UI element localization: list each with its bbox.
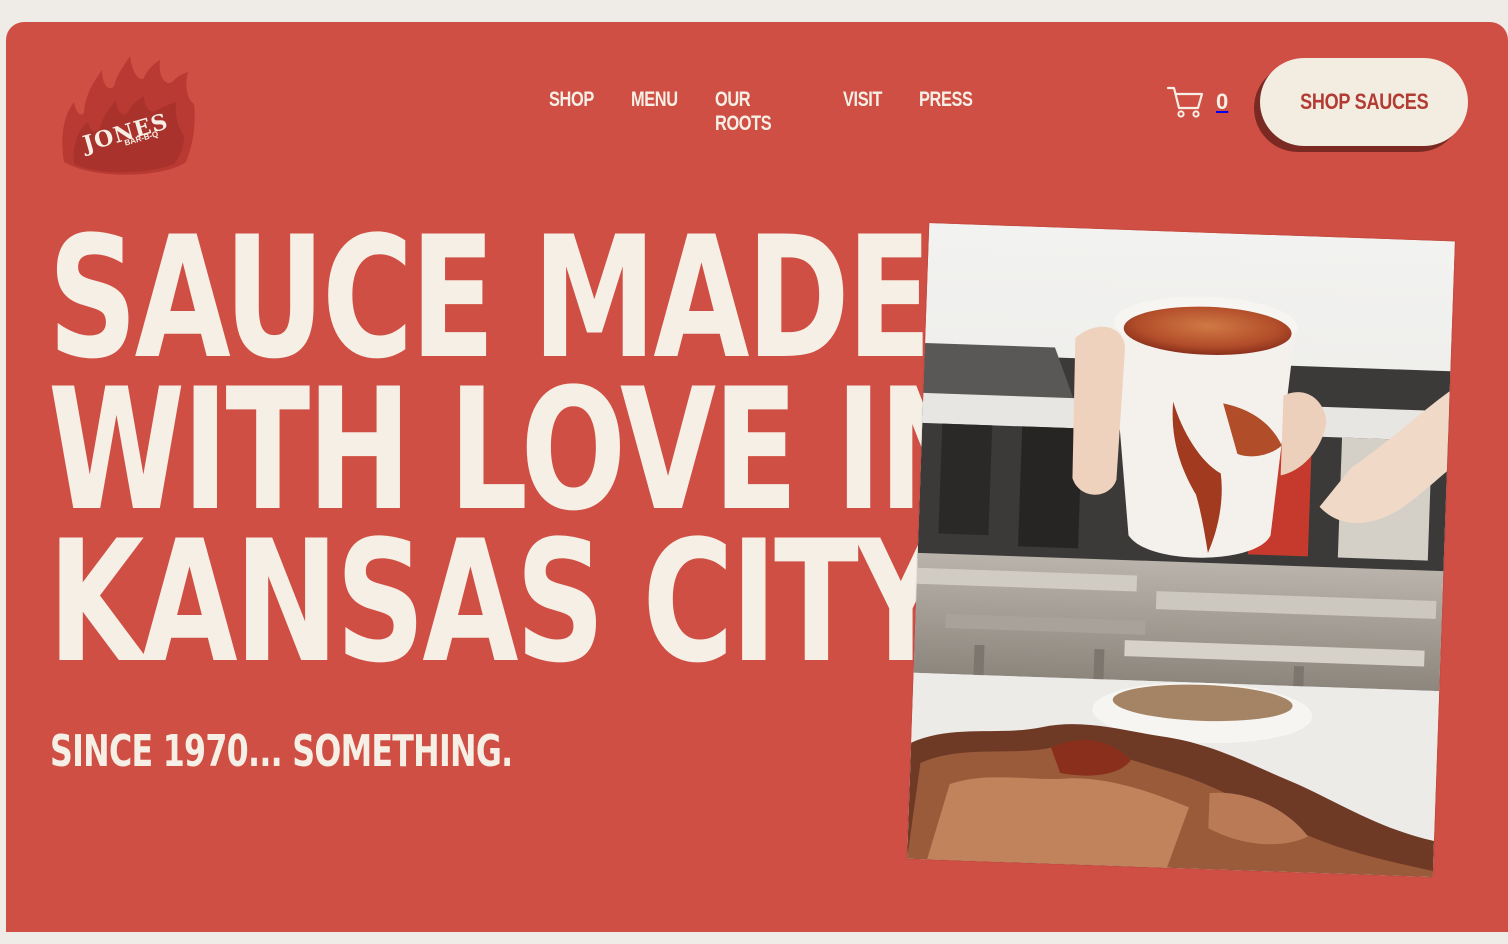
hero-section: JONES BAR-B-Q SHOP MENU OUR ROOTS VISIT … xyxy=(6,22,1508,932)
nav-item-press[interactable]: PRESS xyxy=(919,88,973,136)
headline-line-3: KANSAS CITY xyxy=(48,504,946,700)
main-nav: SHOP MENU OUR ROOTS VISIT PRESS xyxy=(549,88,977,136)
brand-logo[interactable]: JONES BAR-B-Q xyxy=(54,52,204,187)
nav-item-visit[interactable]: VISIT xyxy=(843,88,882,136)
nav-item-our-roots[interactable]: OUR ROOTS xyxy=(715,88,790,136)
shop-sauces-button[interactable]: SHOP SAUCES xyxy=(1260,58,1468,146)
hero-tagline: SINCE 1970... SOMETHING. xyxy=(50,726,513,777)
nav-item-shop[interactable]: SHOP xyxy=(549,88,594,136)
shop-sauces-label: SHOP SAUCES xyxy=(1299,89,1429,114)
cart-button[interactable]: 0 xyxy=(1166,84,1228,120)
hero-photo xyxy=(907,223,1455,877)
cart-count: 0 xyxy=(1216,89,1229,114)
hero-headline: SAUCE MADE WITH LOVE IN KANSAS CITY xyxy=(48,214,983,700)
cart-icon xyxy=(1166,86,1204,118)
nav-item-menu[interactable]: MENU xyxy=(631,88,678,136)
